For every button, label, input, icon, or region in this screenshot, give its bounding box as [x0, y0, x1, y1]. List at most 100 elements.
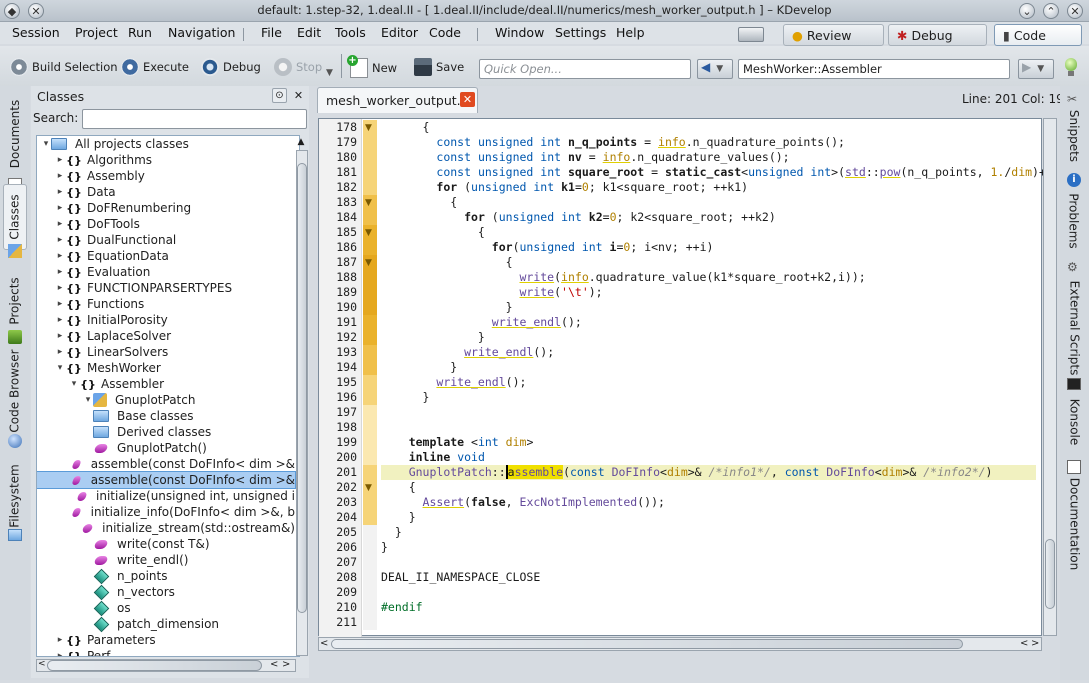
tree-item[interactable]: os — [37, 600, 295, 616]
tab-snippets[interactable]: Snippets — [1062, 106, 1086, 166]
expand-arrow-icon[interactable]: ▸ — [55, 299, 65, 309]
tree-item[interactable]: ▸{} Perf — [37, 648, 295, 656]
menu-help[interactable]: Help — [616, 25, 645, 40]
tree-item[interactable]: Base classes — [37, 408, 295, 424]
save-button[interactable]: Save — [414, 58, 464, 76]
expand-arrow-icon[interactable]: ▸ — [55, 651, 65, 656]
classes-tree-vscrollbar[interactable] — [296, 150, 308, 656]
tree-item[interactable]: ▸{} Parameters — [37, 632, 295, 648]
expand-arrow-icon[interactable]: ▸ — [55, 331, 65, 341]
tree-item[interactable]: initialize_info(DoFInfo< dim >&, b — [37, 504, 295, 520]
tree-item[interactable]: assemble(const DoFInfo< dim >& — [37, 456, 295, 472]
editor-hscrollbar[interactable] — [318, 637, 1042, 651]
tree-item[interactable]: ▸{} InitialPorosity — [37, 312, 295, 328]
fold-marker-icon[interactable]: ▼ — [363, 195, 377, 210]
stop-button[interactable]: Stop — [274, 58, 322, 76]
editor-scroll-left-icon[interactable]: < — [320, 638, 328, 649]
area-review-button[interactable]: ● Review — [783, 24, 884, 46]
menu-settings[interactable]: Settings — [555, 25, 606, 40]
tab-konsole[interactable]: Konsole — [1062, 392, 1086, 452]
debug-button[interactable]: Debug — [201, 58, 261, 76]
area-debug-button[interactable]: ✱ Debug — [888, 24, 987, 46]
expand-arrow-icon[interactable]: ▸ — [55, 155, 65, 165]
classes-tree-hscrollbar[interactable] — [36, 659, 296, 672]
tab-problems[interactable]: Problems — [1062, 190, 1086, 252]
tree-item[interactable]: n_points — [37, 568, 295, 584]
expand-arrow-icon[interactable]: ▸ — [55, 171, 65, 181]
editor-scroll-left2-icon[interactable]: < — [1020, 638, 1028, 649]
tree-item[interactable]: ▸{} LinearSolvers — [37, 344, 295, 360]
tree-item[interactable]: ▾ GnuplotPatch — [37, 392, 295, 408]
tree-scroll-left2-icon[interactable]: < — [270, 659, 278, 670]
tree-item[interactable]: ▸{} Assembly — [37, 168, 295, 184]
menu-file[interactable]: File — [261, 25, 282, 40]
tree-item[interactable]: ▸{} DoFRenumbering — [37, 200, 295, 216]
menu-edit[interactable]: Edit — [297, 25, 321, 40]
lightbulb-icon[interactable] — [1064, 58, 1078, 78]
tree-item[interactable]: ▾{} MeshWorker — [37, 360, 295, 376]
tree-item[interactable]: Derived classes — [37, 424, 295, 440]
classes-search-input[interactable] — [82, 109, 307, 129]
tab-external-scripts[interactable]: External Scripts — [1062, 278, 1086, 378]
expand-arrow-icon[interactable]: ▸ — [55, 251, 65, 261]
quick-open-input[interactable]: Quick Open... — [479, 59, 691, 79]
tree-item[interactable]: ▸{} Evaluation — [37, 264, 295, 280]
collapse-arrow-icon[interactable]: ▾ — [55, 363, 65, 373]
tree-item[interactable]: ▸{} Functions — [37, 296, 295, 312]
editor-vscroll-thumb[interactable] — [1045, 539, 1055, 609]
tree-item[interactable]: write(const T&) — [37, 536, 295, 552]
fold-marker-icon[interactable]: ▼ — [363, 120, 377, 135]
tree-scroll-up-icon[interactable]: ▲ — [294, 137, 308, 149]
tab-documentation[interactable]: Documentation — [1062, 476, 1086, 572]
navigate-forward-button[interactable]: ▶ ▼ — [1018, 59, 1054, 79]
expand-arrow-icon[interactable]: ▸ — [55, 203, 65, 213]
tab-code-browser[interactable]: Code Browser — [3, 348, 27, 434]
execute-button[interactable]: Execute — [121, 58, 189, 76]
fold-marker-icon[interactable]: ▼ — [363, 225, 377, 240]
tree-item[interactable]: ▾{} Assembler — [37, 376, 295, 392]
tree-item[interactable]: assemble(const DoFInfo< dim >& — [37, 471, 296, 489]
context-browser-input[interactable]: MeshWorker::Assembler — [738, 59, 1010, 79]
tree-item[interactable]: GnuplotPatch() — [37, 440, 295, 456]
menu-project[interactable]: Project — [75, 25, 118, 40]
tab-filesystem[interactable]: Filesystem — [3, 458, 27, 534]
menu-window[interactable]: Window — [495, 25, 544, 40]
tab-documents[interactable]: Documents — [3, 94, 27, 174]
editor-tab[interactable]: mesh_worker_output.h ✕ — [317, 87, 478, 113]
fold-marker-icon[interactable]: ▼ — [363, 255, 377, 270]
tree-item[interactable]: patch_dimension — [37, 616, 295, 632]
expand-arrow-icon[interactable]: ▸ — [55, 283, 65, 293]
expand-arrow-icon[interactable]: ▸ — [55, 219, 65, 229]
tree-item[interactable]: ▸{} FUNCTIONPARSERTYPES — [37, 280, 295, 296]
tree-item[interactable]: ▸{} Data — [37, 184, 295, 200]
tree-scroll-left-icon[interactable]: < — [38, 659, 46, 669]
build-selection-button[interactable]: Build Selection — [10, 58, 118, 76]
tree-item[interactable]: ▸{} EquationData — [37, 248, 295, 264]
panel-close-icon[interactable]: ✕ — [291, 88, 306, 103]
maximize-icon[interactable]: ⌃ — [1043, 3, 1059, 19]
classes-tree-hscroll-thumb[interactable] — [47, 660, 262, 671]
navigate-back-button[interactable]: ◀ ▼ — [697, 59, 733, 79]
editor-scroll-right-icon[interactable]: > — [1031, 638, 1039, 649]
close-tab-icon[interactable]: ✕ — [460, 92, 475, 107]
panel-float-icon[interactable]: ⊙ — [272, 88, 287, 103]
menu-editor[interactable]: Editor — [381, 25, 418, 40]
close-icon[interactable]: ✕ — [1067, 3, 1083, 19]
fold-marker-icon[interactable]: ▼ — [363, 480, 377, 495]
expand-arrow-icon[interactable]: ▸ — [55, 635, 65, 645]
editor-vscrollbar[interactable] — [1043, 118, 1057, 636]
expand-arrow-icon[interactable]: ▸ — [55, 235, 65, 245]
expand-arrow-icon[interactable]: ▸ — [55, 267, 65, 277]
menu-session[interactable]: Session — [12, 25, 60, 40]
stop-dropdown-icon[interactable]: ▼ — [326, 68, 333, 78]
tree-item[interactable]: write_endl() — [37, 552, 295, 568]
menu-code[interactable]: Code — [429, 25, 461, 40]
tree-scroll-right-icon[interactable]: > — [282, 659, 290, 670]
collapse-arrow-icon[interactable]: ▾ — [69, 379, 79, 389]
collapse-arrow-icon[interactable]: ▾ — [83, 395, 93, 405]
menu-run[interactable]: Run — [128, 25, 152, 40]
code-editor[interactable]: 178 ▼ {179 const unsigned int n_q_points … — [318, 118, 1046, 637]
tree-item[interactable]: ▸{} LaplaceSolver — [37, 328, 295, 344]
menu-tools[interactable]: Tools — [335, 25, 366, 40]
area-code-button[interactable]: ▮ Code — [994, 24, 1082, 46]
